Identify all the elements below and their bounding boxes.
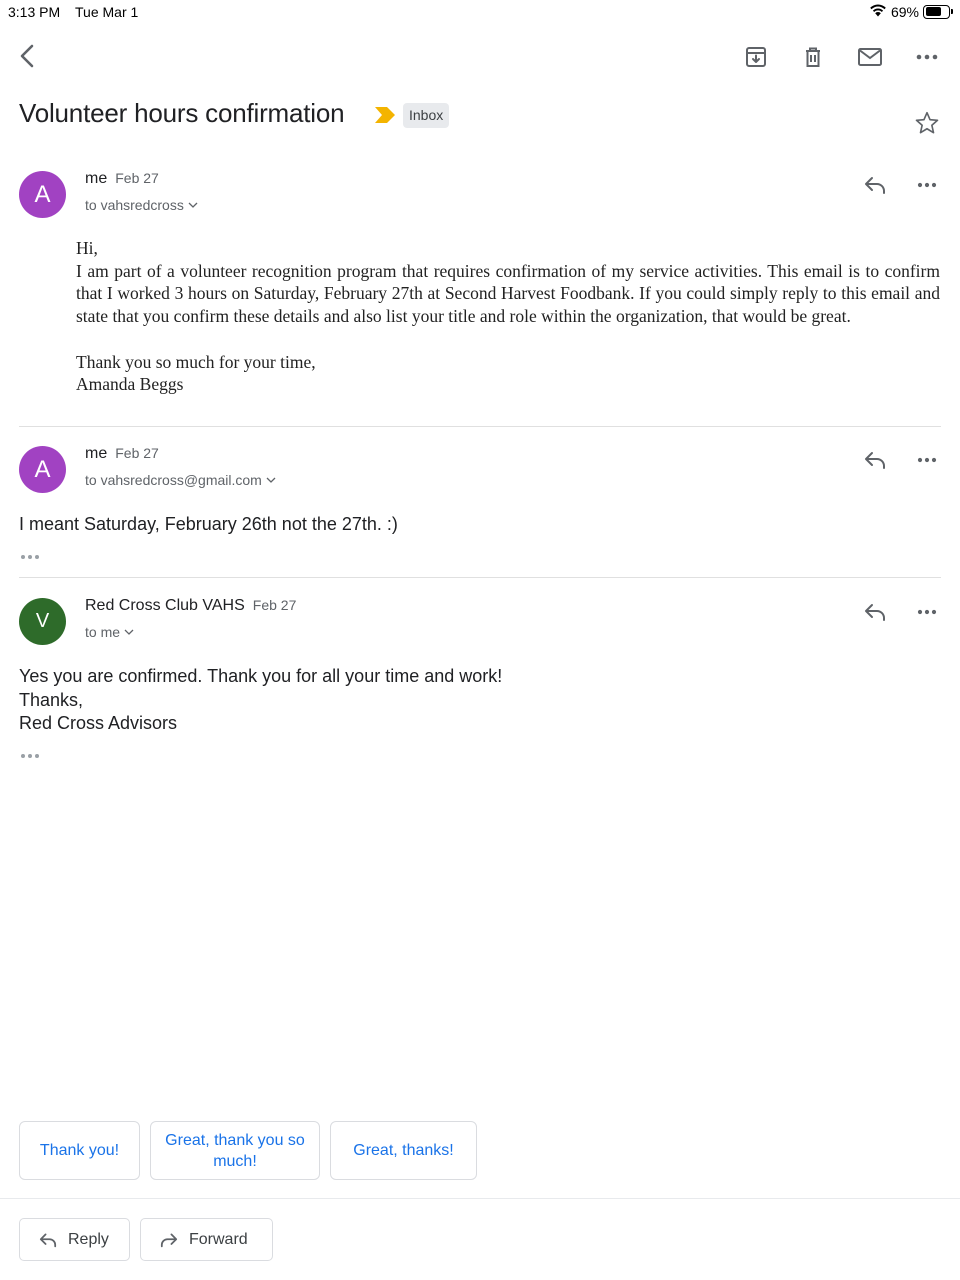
star-button[interactable] — [910, 106, 944, 140]
message-more-button[interactable] — [910, 445, 944, 475]
recipient-text: to me — [85, 624, 121, 640]
avatar[interactable]: A — [19, 171, 66, 218]
wifi-icon — [869, 3, 887, 20]
status-time: 3:13 PM — [8, 4, 61, 20]
message-divider — [19, 577, 941, 578]
message-body: Yes you are confirmed. Thank you for all… — [19, 665, 502, 736]
show-trimmed-content-button[interactable] — [19, 749, 43, 763]
avatar[interactable]: V — [19, 598, 66, 645]
message-divider — [19, 426, 941, 427]
more-icon — [917, 457, 937, 463]
sender-header: me Feb 27 — [85, 170, 159, 188]
avatar[interactable]: A — [19, 446, 66, 493]
ellipsis-icon — [21, 754, 39, 758]
recipient-toggle[interactable]: to vahsredcross@gmail.com — [85, 472, 276, 488]
message-more-button[interactable] — [910, 597, 944, 627]
body-closing: Thank you so much for your time, — [76, 351, 316, 372]
mark-unread-button[interactable] — [850, 38, 890, 76]
ellipsis-icon — [21, 555, 39, 559]
more-icon — [917, 609, 937, 615]
reply-icon — [865, 452, 885, 469]
recipient-toggle[interactable]: to vahsredcross — [85, 197, 198, 213]
archive-icon — [746, 47, 766, 67]
reply-icon — [39, 1233, 57, 1247]
message-body: Hi, I am part of a volunteer recognition… — [76, 237, 940, 396]
star-icon — [915, 111, 939, 134]
sender-name: me — [85, 445, 108, 462]
mail-icon — [858, 48, 882, 66]
body-greeting: Hi, — [76, 238, 98, 258]
status-right: 69% — [869, 3, 953, 20]
reply-icon — [865, 177, 885, 194]
reply-button[interactable] — [858, 170, 892, 200]
reply-button[interactable] — [858, 597, 892, 627]
smart-reply-great-thanks[interactable]: Great, thanks! — [330, 1121, 477, 1180]
message-more-button[interactable] — [910, 170, 944, 200]
forward-label: Forward — [189, 1230, 248, 1248]
body-paragraph: I am part of a volunteer recognition pro… — [76, 260, 940, 327]
message-date: Feb 27 — [115, 445, 159, 461]
chevron-down-icon — [188, 202, 198, 208]
chevron-down-icon — [124, 629, 134, 635]
sender-name: me — [85, 170, 108, 187]
message-date: Feb 27 — [115, 170, 159, 186]
sender-header: Red Cross Club VAHS Feb 27 — [85, 597, 296, 615]
forward-action-button[interactable]: Forward — [140, 1218, 273, 1261]
back-button[interactable] — [10, 38, 46, 74]
reply-icon — [865, 604, 885, 621]
smart-reply-great-thank-you-so-much[interactable]: Great, thank you so much! — [150, 1121, 320, 1180]
reply-label: Reply — [68, 1230, 109, 1248]
show-trimmed-content-button[interactable] — [19, 550, 43, 564]
chevron-down-icon — [266, 477, 276, 483]
back-icon — [20, 44, 34, 68]
thread-subject: Volunteer hours confirmation — [19, 98, 345, 128]
more-options-button[interactable] — [907, 38, 947, 76]
sender-header: me Feb 27 — [85, 445, 159, 463]
more-icon — [916, 54, 938, 60]
trash-icon — [806, 47, 820, 67]
status-date: Tue Mar 1 — [75, 4, 139, 20]
battery-percent: 69% — [890, 3, 919, 20]
smart-reply-thank-you[interactable]: Thank you! — [19, 1121, 140, 1180]
reply-button[interactable] — [858, 445, 892, 475]
status-bar: 3:13 PM Tue Mar 1 69% — [0, 0, 960, 24]
message-date: Feb 27 — [252, 597, 297, 613]
recipient-text: to vahsredcross — [85, 197, 184, 213]
inbox-label-chip[interactable]: Inbox — [403, 103, 450, 128]
body-line-3: Red Cross Advisors — [19, 713, 178, 733]
more-icon — [917, 182, 937, 188]
recipient-toggle[interactable]: to me — [85, 624, 134, 640]
reply-action-button[interactable]: Reply — [19, 1218, 130, 1261]
recipient-text: to vahsredcross@gmail.com — [85, 472, 262, 488]
body-line-1: Yes you are confirmed. Thank you for all… — [19, 666, 503, 686]
body-line-2: Thanks, — [19, 689, 84, 710]
message-body: I meant Saturday, February 26th not the … — [19, 514, 398, 534]
body-signature: Amanda Beggs — [76, 374, 184, 395]
important-marker-icon[interactable] — [374, 106, 396, 129]
sender-name: Red Cross Club VAHS — [85, 597, 245, 614]
battery-icon — [923, 4, 953, 19]
bottom-divider — [0, 1198, 960, 1199]
forward-icon — [160, 1233, 178, 1247]
delete-button[interactable] — [793, 38, 833, 76]
archive-button[interactable] — [736, 38, 776, 76]
